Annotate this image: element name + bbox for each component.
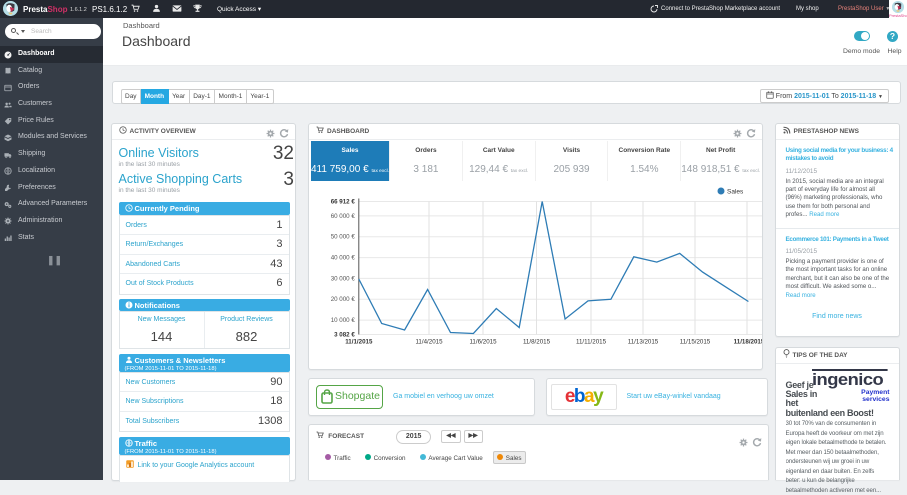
svg-text:66 912 €: 66 912 €	[331, 198, 356, 205]
svg-text:11/8/2015: 11/8/2015	[523, 338, 551, 345]
svg-text:40 000 €: 40 000 €	[331, 254, 356, 261]
svg-text:11/18/2015: 11/18/2015	[734, 338, 762, 345]
svg-text:Sales: Sales	[727, 188, 744, 195]
svg-text:11/6/2015: 11/6/2015	[469, 338, 497, 345]
svg-text:11/4/2015: 11/4/2015	[415, 338, 443, 345]
svg-text:11/1/2015: 11/1/2015	[345, 338, 373, 345]
svg-text:20 000 €: 20 000 €	[331, 296, 356, 303]
svg-text:11/15/2015: 11/15/2015	[680, 338, 711, 345]
svg-text:11/11/2015: 11/11/2015	[576, 338, 607, 345]
svg-text:50 000 €: 50 000 €	[331, 233, 356, 240]
svg-text:60 000 €: 60 000 €	[331, 212, 356, 219]
svg-text:30 000 €: 30 000 €	[331, 275, 356, 282]
svg-text:11/13/2015: 11/13/2015	[628, 338, 659, 345]
svg-text:3 082 €: 3 082 €	[334, 331, 355, 338]
svg-text:10 000 €: 10 000 €	[331, 317, 356, 324]
